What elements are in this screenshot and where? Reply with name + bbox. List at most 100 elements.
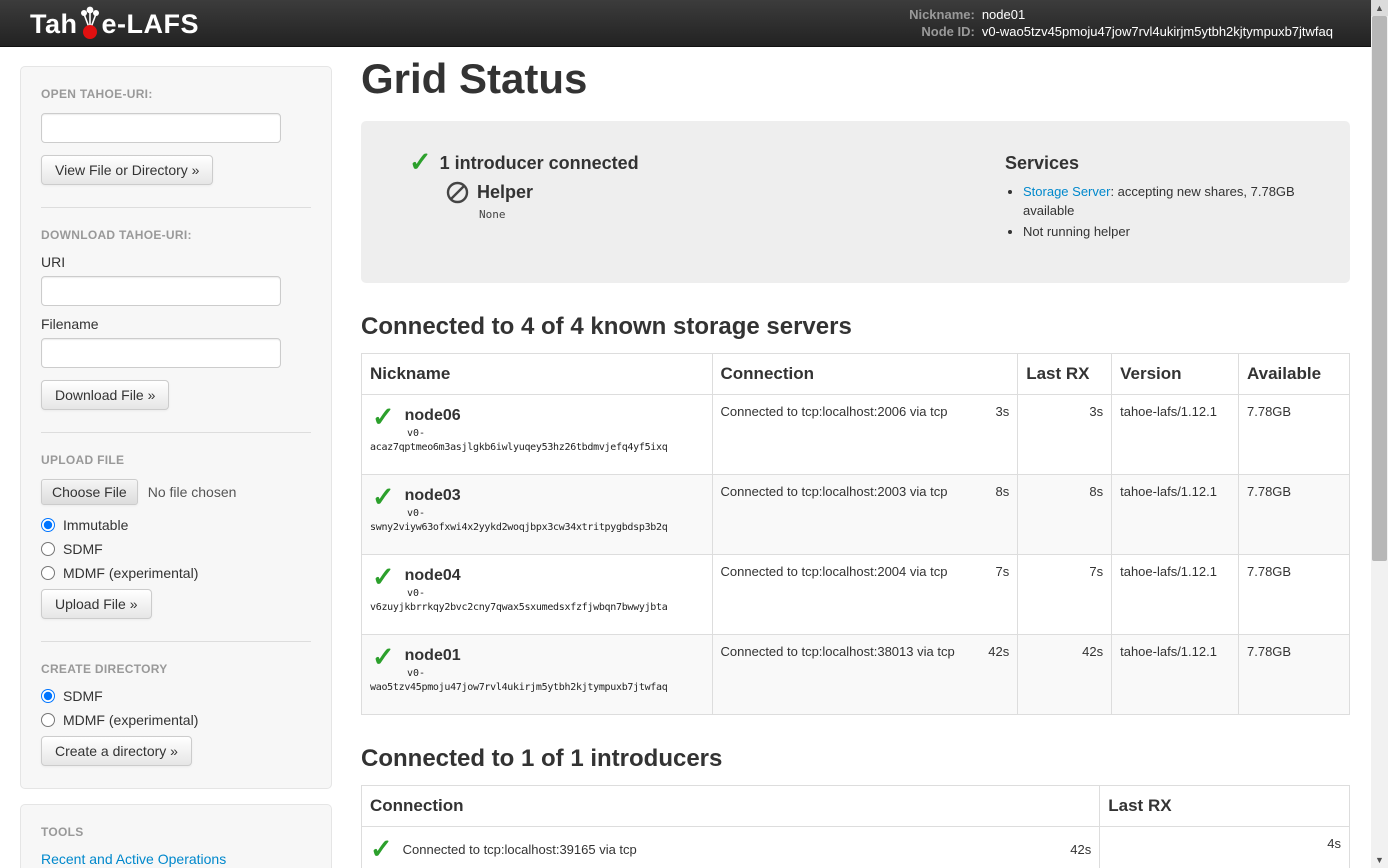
connected-check-icon: ✓ [372, 644, 395, 670]
introducers-table: Connection Last RX ✓ Connected to tcp:lo… [361, 785, 1350, 868]
server-version: tahoe-lafs/1.12.1 [1112, 635, 1239, 715]
tools-panel: TOOLS Recent and Active Operations [20, 804, 332, 868]
storage-servers-table: Nickname Connection Last RX Version Avai… [361, 353, 1350, 715]
server-last-rx: 7s [1018, 555, 1112, 635]
nickname-value: node01 [982, 7, 1333, 22]
tools-section: TOOLS Recent and Active Operations [41, 805, 311, 868]
storage-table-header-row: Nickname Connection Last RX Version Avai… [362, 354, 1350, 395]
mkdir-sdmf-radio-label: SDMF [63, 688, 103, 704]
introducers-heading: Connected to 1 of 1 introducers [361, 745, 1350, 773]
table-row: ✓ node04 v0- v6zuyjkbrrkqy2bvc2cny7qwax5… [362, 555, 1350, 635]
connected-check-icon: ✓ [372, 564, 395, 590]
upload-format-sdmf[interactable]: SDMF [41, 541, 311, 557]
helper-service-item: Not running helper [1023, 222, 1325, 241]
download-file-button[interactable]: Download File » [41, 380, 169, 410]
create-directory-button[interactable]: Create a directory » [41, 736, 192, 766]
immutable-radio-label: Immutable [63, 517, 128, 533]
scroll-down-arrow-icon[interactable]: ▼ [1371, 852, 1388, 868]
introducer-status-row: ✓ 1 introducer connected [409, 149, 1005, 175]
node-id-value: v0-wao5tzv45pmoju47jow7rvl4ukirjm5ytbh2k… [982, 24, 1333, 39]
download-uri-section: DOWNLOAD TAHOE-URI: URI Filename Downloa… [41, 208, 311, 433]
node-id-label: Node ID: [909, 24, 975, 39]
view-file-button[interactable]: View File or Directory » [41, 155, 213, 185]
server-nodeid-hash: v6zuyjkbrrkqy2bvc2cny7qwax5sxumedsxfzfjw… [370, 601, 704, 614]
mkdir-format-sdmf[interactable]: SDMF [41, 688, 311, 704]
server-last-rx: 42s [1018, 635, 1112, 715]
server-connected-for: 7s [995, 564, 1009, 579]
server-nickname: node06 [405, 407, 461, 425]
download-uri-label: DOWNLOAD TAHOE-URI: [41, 228, 311, 242]
introducer-connection: Connected to tcp:localhost:39165 via tcp [403, 842, 637, 857]
server-nodeid-hash: acaz7qptmeo6m3asjlgkb6iwlyuqey53hz26tbdm… [370, 441, 704, 454]
choose-file-button[interactable]: Choose File [41, 479, 138, 505]
helper-title: Helper [477, 182, 533, 203]
server-nickname: node03 [405, 487, 461, 505]
storage-server-service-item: Storage Server: accepting new shares, 7.… [1023, 182, 1325, 220]
col-header-nickname: Nickname [362, 354, 713, 395]
grid-status-summary: ✓ 1 introducer connected Helper None Ser… [361, 121, 1350, 283]
services-title: Services [1005, 153, 1325, 174]
server-connected-for: 42s [988, 644, 1009, 659]
open-uri-label: OPEN TAHOE-URI: [41, 87, 311, 101]
download-uri-input[interactable] [41, 276, 281, 306]
server-connected-for: 8s [995, 484, 1009, 499]
server-connection: Connected to tcp:localhost:2006 via tcp [721, 404, 948, 419]
status-left-column: ✓ 1 introducer connected Helper None [409, 149, 1005, 243]
open-uri-input[interactable] [41, 113, 281, 143]
uri-field-label: URI [41, 254, 311, 270]
table-row: ✓ Connected to tcp:localhost:39165 via t… [362, 827, 1350, 868]
upload-format-immutable[interactable]: Immutable [41, 517, 311, 533]
upload-format-mdmf[interactable]: MDMF (experimental) [41, 565, 311, 581]
upload-sdmf-radio[interactable] [41, 542, 55, 556]
upload-mdmf-radio[interactable] [41, 566, 55, 580]
mkdir-mdmf-radio-label: MDMF (experimental) [63, 712, 198, 728]
table-row: ✓ node03 v0- swny2viyw63ofxwi4x2yykd2woq… [362, 475, 1350, 555]
upload-file-button[interactable]: Upload File » [41, 589, 152, 619]
mkdir-format-mdmf[interactable]: MDMF (experimental) [41, 712, 311, 728]
top-navbar: Tah e-LAFS Nickname: node01 Node ID: v0-… [0, 0, 1371, 47]
sidebar: OPEN TAHOE-URI: View File or Directory »… [20, 66, 332, 868]
introducer-last-rx: 4s [1100, 827, 1350, 868]
introducers-table-body: ✓ Connected to tcp:localhost:39165 via t… [362, 827, 1350, 868]
vertical-scrollbar[interactable]: ▲ ▼ [1371, 0, 1388, 868]
mkdir-mdmf-radio[interactable] [41, 713, 55, 727]
no-helper-icon [446, 181, 469, 204]
scrollbar-thumb[interactable] [1372, 16, 1387, 561]
introducer-connected-for: 42s [1070, 842, 1091, 857]
storage-table-body: ✓ node06 v0- acaz7qptmeo6m3asjlgkb6iwlyu… [362, 395, 1350, 715]
create-directory-section: CREATE DIRECTORY SDMF MDMF (experimental… [41, 642, 311, 788]
logo-text-pre: Tah [30, 9, 78, 40]
mkdir-sdmf-radio[interactable] [41, 689, 55, 703]
col-header-connection: Connection [362, 786, 1100, 827]
open-uri-section: OPEN TAHOE-URI: View File or Directory » [41, 67, 311, 208]
server-nodeid-hash: swny2viyw63ofxwi4x2yykd2woqjbpx3cw34xtri… [370, 521, 704, 534]
server-nodeid-prefix: v0- [407, 428, 704, 439]
server-version: tahoe-lafs/1.12.1 [1112, 475, 1239, 555]
scroll-up-arrow-icon[interactable]: ▲ [1371, 0, 1388, 16]
recent-operations-link[interactable]: Recent and Active Operations [41, 851, 226, 867]
server-connected-for: 3s [995, 404, 1009, 419]
node-info: Nickname: node01 Node ID: v0-wao5tzv45pm… [909, 7, 1333, 39]
download-filename-input[interactable] [41, 338, 281, 368]
create-directory-label: CREATE DIRECTORY [41, 662, 311, 676]
server-available: 7.78GB [1239, 555, 1350, 635]
server-available: 7.78GB [1239, 395, 1350, 475]
main-content: Grid Status ✓ 1 introducer connected Hel… [361, 55, 1350, 868]
storage-server-link[interactable]: Storage Server [1023, 184, 1110, 199]
server-nodeid-prefix: v0- [407, 668, 704, 679]
server-nodeid-prefix: v0- [407, 588, 704, 599]
immutable-radio[interactable] [41, 518, 55, 532]
storage-servers-heading: Connected to 4 of 4 known storage server… [361, 313, 1350, 341]
no-file-chosen-text: No file chosen [148, 484, 237, 500]
tools-label: TOOLS [41, 825, 311, 839]
connected-check-icon: ✓ [372, 404, 395, 430]
server-last-rx: 8s [1018, 475, 1112, 555]
server-version: tahoe-lafs/1.12.1 [1112, 555, 1239, 635]
tahoe-lafs-logo[interactable]: Tah e-LAFS [30, 6, 199, 40]
introducer-status-text: 1 introducer connected [440, 153, 639, 174]
col-header-connection: Connection [712, 354, 1018, 395]
services-column: Services Storage Server: accepting new s… [1005, 149, 1325, 243]
server-nickname: node04 [405, 567, 461, 585]
server-last-rx: 3s [1018, 395, 1112, 475]
server-nickname: node01 [405, 647, 461, 665]
